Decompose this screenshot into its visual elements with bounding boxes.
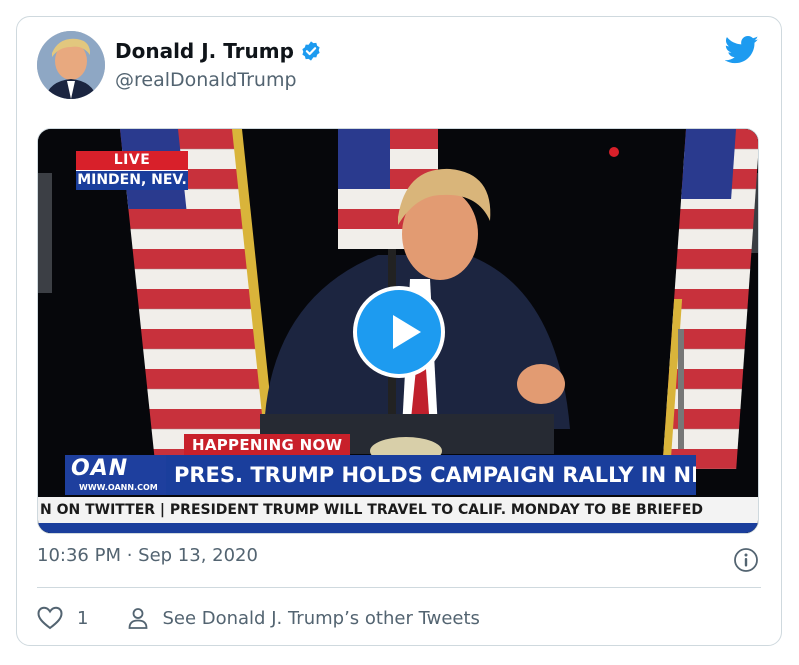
network-logo-text: OAN xyxy=(71,456,129,481)
author-name-row[interactable]: Donald J. Trump xyxy=(115,39,322,63)
verified-badge-icon xyxy=(302,41,320,61)
chyron-headline: PRES. TRUMP HOLDS CAMPAIGN RALLY IN NEVA… xyxy=(166,455,696,495)
ticker-bar xyxy=(38,523,758,533)
author-name[interactable]: Donald J. Trump xyxy=(115,39,294,63)
live-indicator: LIVE MINDEN, NEV. xyxy=(76,151,188,190)
happening-now-label: HAPPENING NOW xyxy=(184,434,351,456)
person-icon xyxy=(129,608,148,629)
tweet-timestamp[interactable]: 10:36 PM · Sep 13, 2020 xyxy=(37,545,258,566)
divider xyxy=(37,587,761,588)
video-player[interactable]: LIVE MINDEN, NEV. HAPPENING NOW OAN WWW.… xyxy=(37,128,759,534)
tweet-actions: 1 See Donald J. Trump’s other Tweets xyxy=(37,603,480,633)
avatar[interactable] xyxy=(37,31,105,99)
heart-icon[interactable] xyxy=(37,606,63,630)
like-count[interactable]: 1 xyxy=(77,608,88,629)
location-label: MINDEN, NEV. xyxy=(76,170,188,190)
other-tweets-link[interactable]: See Donald J. Trump’s other Tweets xyxy=(162,608,479,629)
tweet-card: Donald J. Trump @realDonaldTrump LIVE MI… xyxy=(16,16,782,646)
network-logo: OAN WWW.OANN.COM xyxy=(65,455,166,495)
author-handle[interactable]: @realDonaldTrump xyxy=(115,69,297,91)
twitter-bird-icon[interactable] xyxy=(725,35,759,65)
live-label: LIVE xyxy=(76,151,188,170)
news-ticker: N ON TWITTER | PRESIDENT TRUMP WILL TRAV… xyxy=(38,497,758,523)
play-icon xyxy=(393,315,421,349)
play-button[interactable] xyxy=(353,286,445,378)
network-site: WWW.OANN.COM xyxy=(79,483,158,492)
info-icon[interactable] xyxy=(733,547,759,573)
